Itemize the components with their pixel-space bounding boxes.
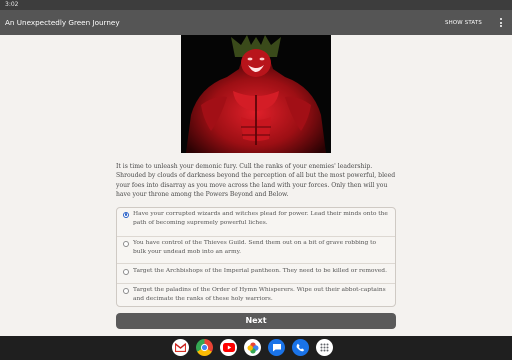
overflow-menu-icon[interactable] bbox=[496, 16, 506, 30]
status-bar: 3:02 bbox=[0, 0, 512, 10]
status-time: 3:02 bbox=[5, 1, 19, 8]
story-illustration bbox=[181, 35, 331, 153]
choice-text: Target the Archbishops of the Imperial p… bbox=[133, 268, 387, 274]
choice-text: You have control of the Thieves Guild. S… bbox=[133, 240, 377, 255]
app-title: An Unexpectedly Green Journey bbox=[5, 18, 120, 27]
app-dock bbox=[172, 339, 333, 356]
next-button[interactable]: Next bbox=[116, 313, 396, 329]
youtube-icon[interactable] bbox=[220, 339, 237, 356]
choice-option[interactable]: Target the Archbishops of the Imperial p… bbox=[117, 263, 395, 283]
chrome-icon[interactable] bbox=[196, 339, 213, 356]
show-stats-button[interactable]: SHOW STATS bbox=[445, 20, 482, 26]
app-drawer-icon[interactable] bbox=[316, 339, 333, 356]
messages-icon[interactable] bbox=[268, 339, 285, 356]
choice-option[interactable]: Target the paladins of the Order of Hymn… bbox=[117, 283, 395, 307]
app-bar: An Unexpectedly Green Journey SHOW STATS bbox=[0, 10, 512, 35]
choice-list: Have your corrupted wizards and witches … bbox=[116, 207, 396, 307]
choice-text: Have your corrupted wizards and witches … bbox=[133, 211, 388, 226]
choice-option[interactable]: You have control of the Thieves Guild. S… bbox=[117, 236, 395, 263]
radio-icon[interactable] bbox=[123, 287, 129, 294]
choice-option[interactable]: Have your corrupted wizards and witches … bbox=[117, 210, 395, 236]
gmail-icon[interactable] bbox=[172, 339, 189, 356]
story-text: It is time to unleash your demonic fury.… bbox=[116, 163, 396, 199]
radio-icon[interactable] bbox=[123, 240, 129, 247]
radio-icon[interactable] bbox=[123, 268, 129, 275]
phone-icon[interactable] bbox=[292, 339, 309, 356]
photos-icon[interactable] bbox=[244, 339, 261, 356]
radio-selected-icon[interactable] bbox=[123, 211, 129, 218]
choice-text: Target the paladins of the Order of Hymn… bbox=[133, 287, 386, 302]
